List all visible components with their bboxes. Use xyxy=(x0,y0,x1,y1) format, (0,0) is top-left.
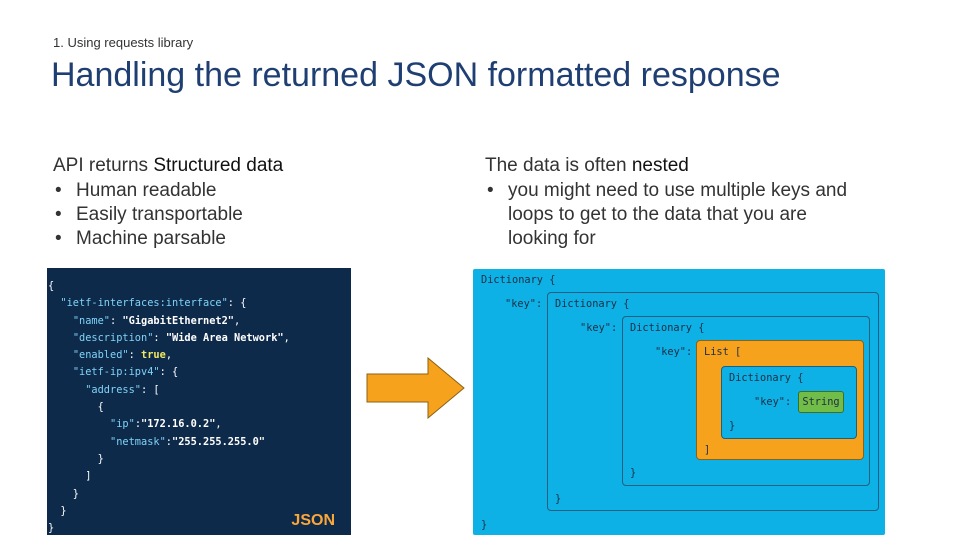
dict-open-label: Dictionary { xyxy=(555,298,630,310)
json-code-block: { "ietf-interfaces:interface": { "name":… xyxy=(48,280,290,535)
bullet-item: Easily transportable xyxy=(53,203,243,227)
right-arrow-icon xyxy=(366,357,465,419)
json-value: "255.255.255.0" xyxy=(172,435,265,448)
dict-open-label: Dictionary { xyxy=(729,372,804,384)
breadcrumb: 1. Using requests library xyxy=(53,35,194,50)
right-heading: The data is often nested xyxy=(485,155,689,177)
json-key: "name" xyxy=(72,314,111,327)
string-value-box: String xyxy=(798,391,844,413)
right-heading-prefix: The data is often xyxy=(485,155,632,176)
left-bullet-list: Human readable Easily transportable Mach… xyxy=(53,179,243,251)
json-value: "GigabitEthernet2" xyxy=(122,314,235,327)
left-heading-prefix: API returns xyxy=(53,155,154,176)
key-label: "key": xyxy=(655,346,693,358)
key-label: "key": xyxy=(505,298,543,310)
left-heading: API returns Structured data xyxy=(53,155,283,177)
bullet-item: Human readable xyxy=(53,179,243,203)
bullet-item: Machine parsable xyxy=(53,227,243,251)
json-key: "address" xyxy=(85,383,141,396)
right-heading-emphasis: nested xyxy=(631,155,689,176)
list-box: List [ ] Dictionary { "key": } String xyxy=(696,340,864,460)
dict-close-label: } xyxy=(729,420,736,432)
json-key: "ietf-interfaces:interface" xyxy=(60,297,228,310)
key-label: "key": xyxy=(580,322,618,334)
right-bullet-list: you might need to use multiple keys and … xyxy=(485,179,865,251)
page-title: Handling the returned JSON formatted res… xyxy=(51,56,781,94)
json-key: "netmask" xyxy=(110,435,166,448)
key-label: "key": xyxy=(754,396,792,408)
json-code-panel: { "ietf-interfaces:interface": { "name":… xyxy=(47,268,351,535)
list-close-label: ] xyxy=(704,444,711,456)
nesting-diagram: Dictionary { "key": } Dictionary { "key"… xyxy=(473,269,885,535)
dict-close-label: } xyxy=(481,519,488,531)
dict-open-label: Dictionary { xyxy=(481,274,556,286)
nested-dictionary-box: Dictionary { "key": } List [ ] Dictionar… xyxy=(622,316,870,486)
json-key: "description" xyxy=(72,331,154,344)
bullet-item: you might need to use multiple keys and … xyxy=(485,179,865,251)
json-key: "ip" xyxy=(110,418,135,431)
nested-dictionary-box: Dictionary { "key": } Dictionary { "key"… xyxy=(547,292,879,511)
dict-close-label: } xyxy=(630,467,637,479)
dict-close-label: } xyxy=(555,493,562,505)
dict-open-label: Dictionary { xyxy=(630,322,705,334)
json-value: "Wide Area Network" xyxy=(165,331,284,344)
json-value: true xyxy=(141,349,166,362)
list-open-label: List [ xyxy=(704,346,742,358)
list-item-dictionary-box: Dictionary { "key": } String xyxy=(721,366,857,439)
json-value: "172.16.0.2" xyxy=(141,418,216,431)
json-key: "enabled" xyxy=(72,349,129,362)
json-label: JSON xyxy=(291,512,335,529)
left-heading-emphasis: Structured data xyxy=(153,155,284,176)
json-key: "ietf-ip:ipv4" xyxy=(72,366,160,379)
